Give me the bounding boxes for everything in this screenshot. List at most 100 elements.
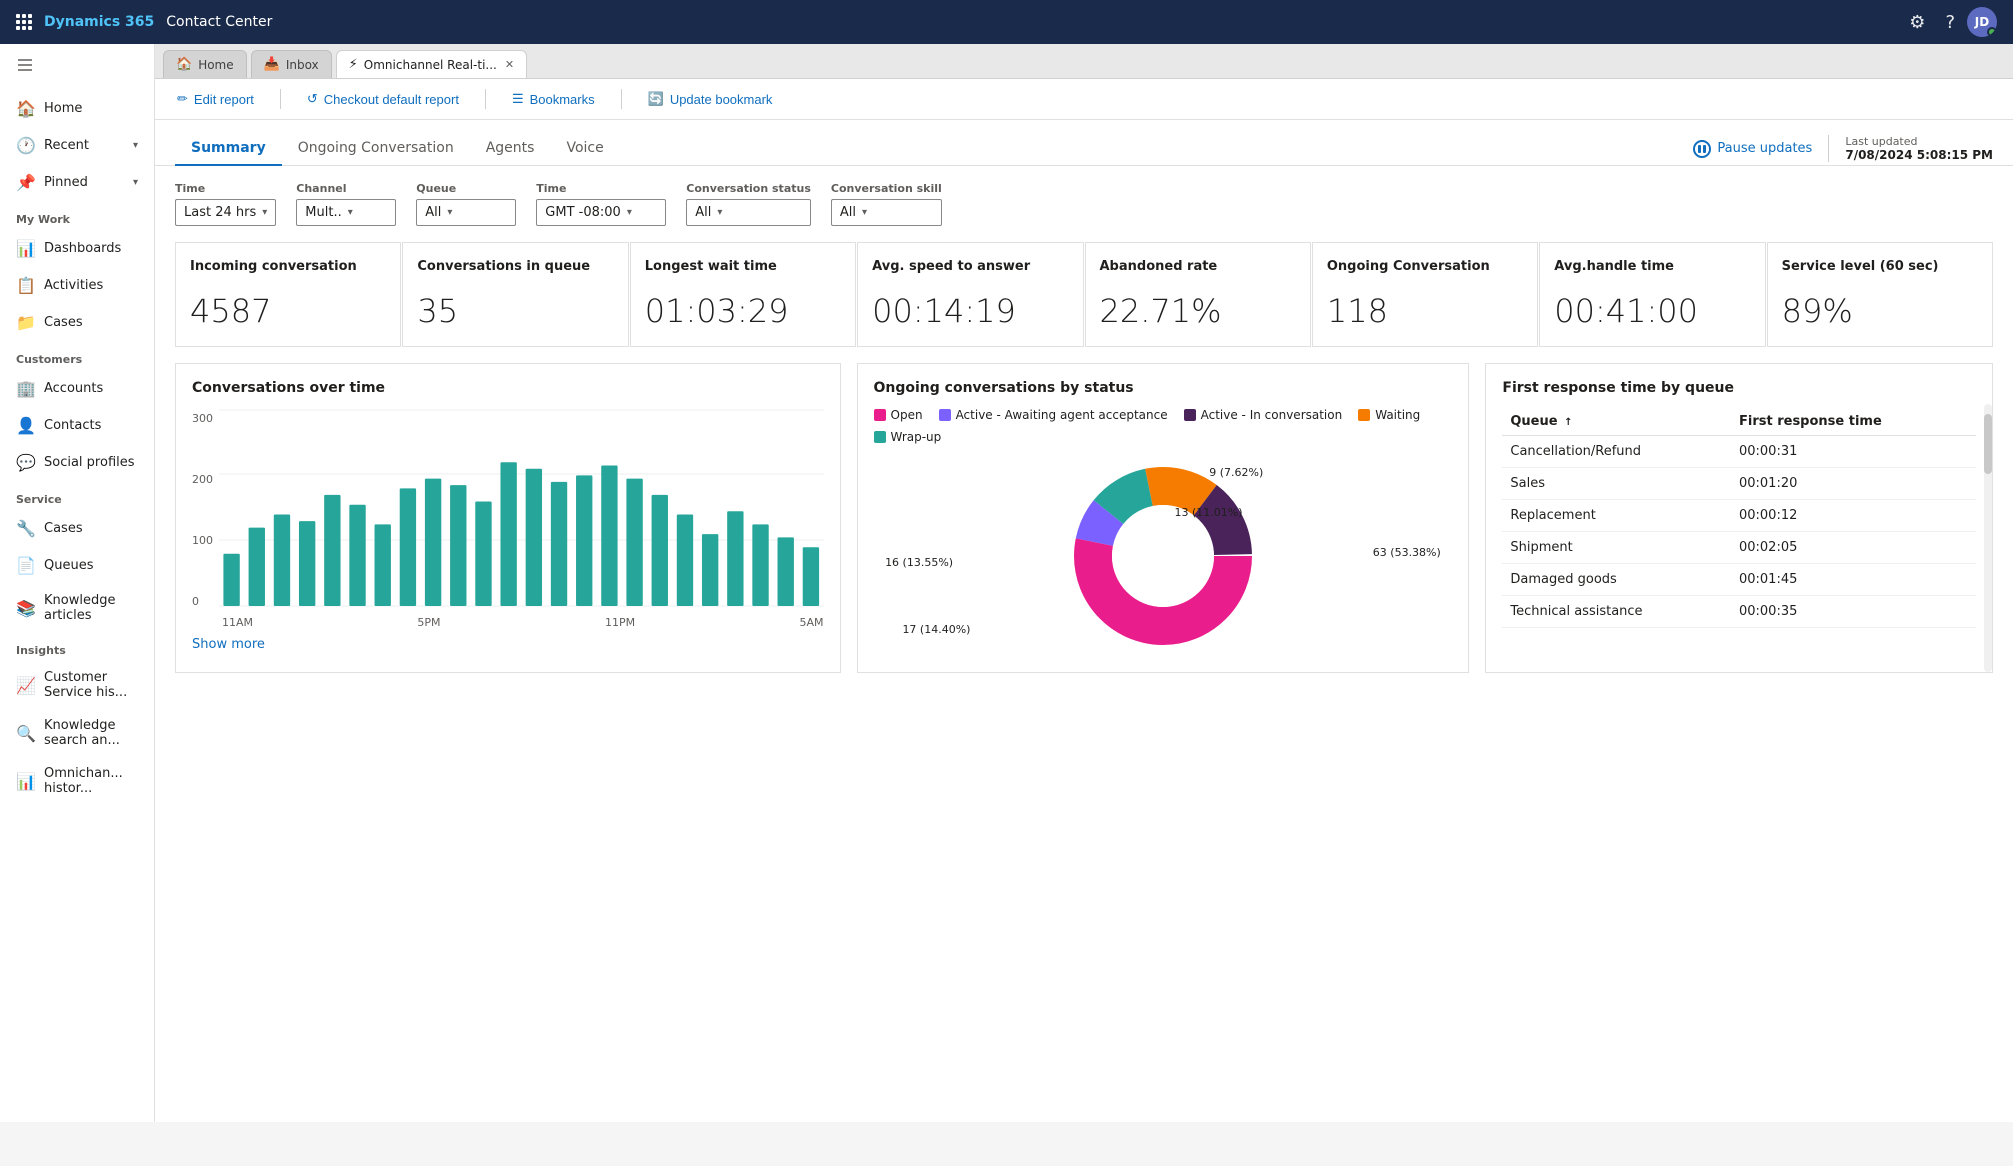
col-queue-label: Queue: [1510, 414, 1557, 429]
checkout-report-button[interactable]: ↺ Checkout default report: [301, 87, 465, 111]
topbar: Dynamics 365 Contact Center ⚙ ? JD: [0, 0, 2013, 44]
tab-ongoing-label: Ongoing Conversation: [298, 140, 454, 156]
filters-row: Time Last 24 hrs ▾ Channel Mult.. ▾ Queu…: [155, 166, 2013, 242]
knowledge-icon: 📚: [16, 599, 34, 618]
chart-legend: Open Active - Awaiting agent acceptance …: [874, 408, 1453, 444]
home-tab-icon: 🏠: [176, 57, 192, 72]
filter-conv-skill-select[interactable]: All ▾: [831, 199, 942, 226]
sidebar-item-label: Activities: [44, 278, 138, 293]
bookmarks-button[interactable]: ☰ Bookmarks: [506, 87, 601, 111]
sidebar-item-activities[interactable]: 📋 Activities: [0, 267, 154, 304]
chevron-down-icon: ▾: [627, 207, 632, 218]
pause-updates-label: Pause updates: [1717, 141, 1812, 156]
last-updated-info: Last updated 7/08/2024 5:08:15 PM: [1828, 135, 1993, 162]
filter-tz-value: GMT -08:00: [545, 205, 621, 220]
contacts-icon: 👤: [16, 416, 34, 435]
edit-icon: ✏: [177, 91, 188, 107]
waffle-button[interactable]: [16, 14, 32, 30]
update-bookmark-button[interactable]: 🔄 Update bookmark: [642, 87, 779, 111]
edit-report-button[interactable]: ✏ Edit report: [171, 87, 260, 111]
col-queue-header: Queue ↑: [1502, 408, 1731, 436]
show-more-button[interactable]: Show more: [192, 637, 824, 652]
queue-cell: Cancellation/Refund: [1502, 435, 1731, 467]
filter-conv-status-value: All: [695, 205, 711, 220]
filter-time-value: Last 24 hrs: [184, 205, 256, 220]
table-row: Technical assistance 00:00:35: [1502, 595, 1976, 627]
last-updated-label: Last updated: [1845, 135, 1993, 148]
home-icon: 🏠: [16, 99, 34, 118]
tab-home[interactable]: 🏠 Home: [163, 50, 247, 78]
section-customers: Customers: [0, 341, 154, 370]
queues-icon: 📄: [16, 556, 34, 575]
queue-cell: Technical assistance: [1502, 595, 1731, 627]
nav-toggle-button[interactable]: [0, 44, 154, 90]
legend-label-active-awaiting: Active - Awaiting agent acceptance: [956, 408, 1168, 422]
legend-waiting: Waiting: [1358, 408, 1420, 422]
sidebar-item-knowledge-search[interactable]: 🔍 Knowledge search an...: [0, 709, 154, 757]
tab-summary[interactable]: Summary: [175, 132, 282, 166]
donut-label-awaiting: 9 (7.62%): [1209, 466, 1263, 479]
kpi-longest-wait: Longest wait time 01:03:29: [630, 242, 856, 347]
cs-history-icon: 📈: [16, 676, 34, 695]
tab-voice[interactable]: Voice: [550, 132, 619, 166]
sidebar-item-home[interactable]: 🏠 Home: [0, 90, 154, 127]
sidebar-item-cs-history[interactable]: 📈 Customer Service his...: [0, 661, 154, 709]
donut-label-wrapup: 13 (11.01%): [1175, 506, 1243, 519]
sidebar-item-social-profiles[interactable]: 💬 Social profiles: [0, 444, 154, 481]
scrollbar-thumb[interactable]: [1984, 414, 1992, 474]
sidebar-item-dashboards[interactable]: 📊 Dashboards: [0, 230, 154, 267]
filter-queue-select[interactable]: All ▾: [416, 199, 516, 226]
toolbar-separator: [280, 89, 281, 109]
sidebar-item-omnichannel-history[interactable]: 📊 Omnichan... histor...: [0, 757, 154, 805]
kpi-avg-speed: Avg. speed to answer 00:14:19: [857, 242, 1083, 347]
filter-channel-select[interactable]: Mult.. ▾: [296, 199, 396, 226]
filter-time-select[interactable]: Last 24 hrs ▾: [175, 199, 276, 226]
time-cell: 00:00:12: [1731, 499, 1976, 531]
col-time-label: First response time: [1739, 414, 1882, 429]
sort-icon[interactable]: ↑: [1564, 417, 1572, 428]
sidebar-item-queues[interactable]: 📄 Queues: [0, 547, 154, 584]
sidebar-item-pinned[interactable]: 📌 Pinned ▾: [0, 164, 154, 201]
y-label-200: 200: [192, 473, 213, 486]
sidebar-item-label: Knowledge articles: [44, 593, 138, 623]
ongoing-by-status-chart: Ongoing conversations by status Open Act…: [857, 363, 1470, 673]
tab-inbox[interactable]: 📥 Inbox: [251, 50, 332, 78]
settings-icon[interactable]: ⚙: [1909, 12, 1925, 33]
sidebar-item-recent[interactable]: 🕐 Recent ▾: [0, 127, 154, 164]
legend-active-awaiting: Active - Awaiting agent acceptance: [939, 408, 1168, 422]
kpi-row: Incoming conversation 4587 Conversations…: [155, 242, 2013, 363]
kpi-value: 00:14:19: [872, 292, 1068, 330]
kpi-title: Service level (60 sec): [1782, 259, 1978, 276]
sidebar-item-label: Social profiles: [44, 455, 138, 470]
edit-report-label: Edit report: [194, 92, 254, 107]
sidebar-item-knowledge-articles[interactable]: 📚 Knowledge articles: [0, 584, 154, 632]
tab-agents[interactable]: Agents: [470, 132, 551, 166]
kpi-title: Avg. speed to answer: [872, 259, 1068, 276]
sidebar-item-accounts[interactable]: 🏢 Accounts: [0, 370, 154, 407]
filter-conv-status-select[interactable]: All ▾: [686, 199, 811, 226]
kpi-value: 35: [417, 292, 613, 330]
sidebar-item-label: Home: [44, 101, 138, 116]
filter-channel: Channel Mult.. ▾: [296, 182, 396, 226]
sidebar-item-label: Customer Service his...: [44, 670, 138, 700]
pin-icon: 📌: [16, 173, 34, 192]
help-icon[interactable]: ?: [1945, 12, 1955, 33]
bar-chart-x-labels: 11AM 5PM 11PM 5AM: [192, 612, 824, 629]
tab-ongoing-conversation[interactable]: Ongoing Conversation: [282, 132, 470, 166]
pause-updates-button[interactable]: Pause updates: [1693, 140, 1812, 158]
sidebar-item-label: Omnichan... histor...: [44, 766, 138, 796]
sidebar-item-cases[interactable]: 📁 Cases: [0, 304, 154, 341]
checkout-report-label: Checkout default report: [324, 92, 459, 107]
service-cases-icon: 🔧: [16, 519, 34, 538]
left-navigation: 🏠 Home 🕐 Recent ▾ 📌 Pinned ▾ My Work 📊 D…: [0, 44, 155, 1122]
sidebar-item-contacts[interactable]: 👤 Contacts: [0, 407, 154, 444]
filter-tz-select[interactable]: GMT -08:00 ▾: [536, 199, 666, 226]
tab-close-button[interactable]: ✕: [505, 58, 514, 71]
sidebar-item-label: Queues: [44, 558, 138, 573]
sidebar-item-service-cases[interactable]: 🔧 Cases: [0, 510, 154, 547]
sidebar-item-label: Cases: [44, 521, 138, 536]
kpi-service-level: Service level (60 sec) 89%: [1767, 242, 1993, 347]
avatar[interactable]: JD: [1967, 7, 1997, 37]
tab-omnichannel[interactable]: ⚡ Omnichannel Real-ti... ✕: [336, 50, 527, 78]
y-label-300: 300: [192, 412, 213, 425]
